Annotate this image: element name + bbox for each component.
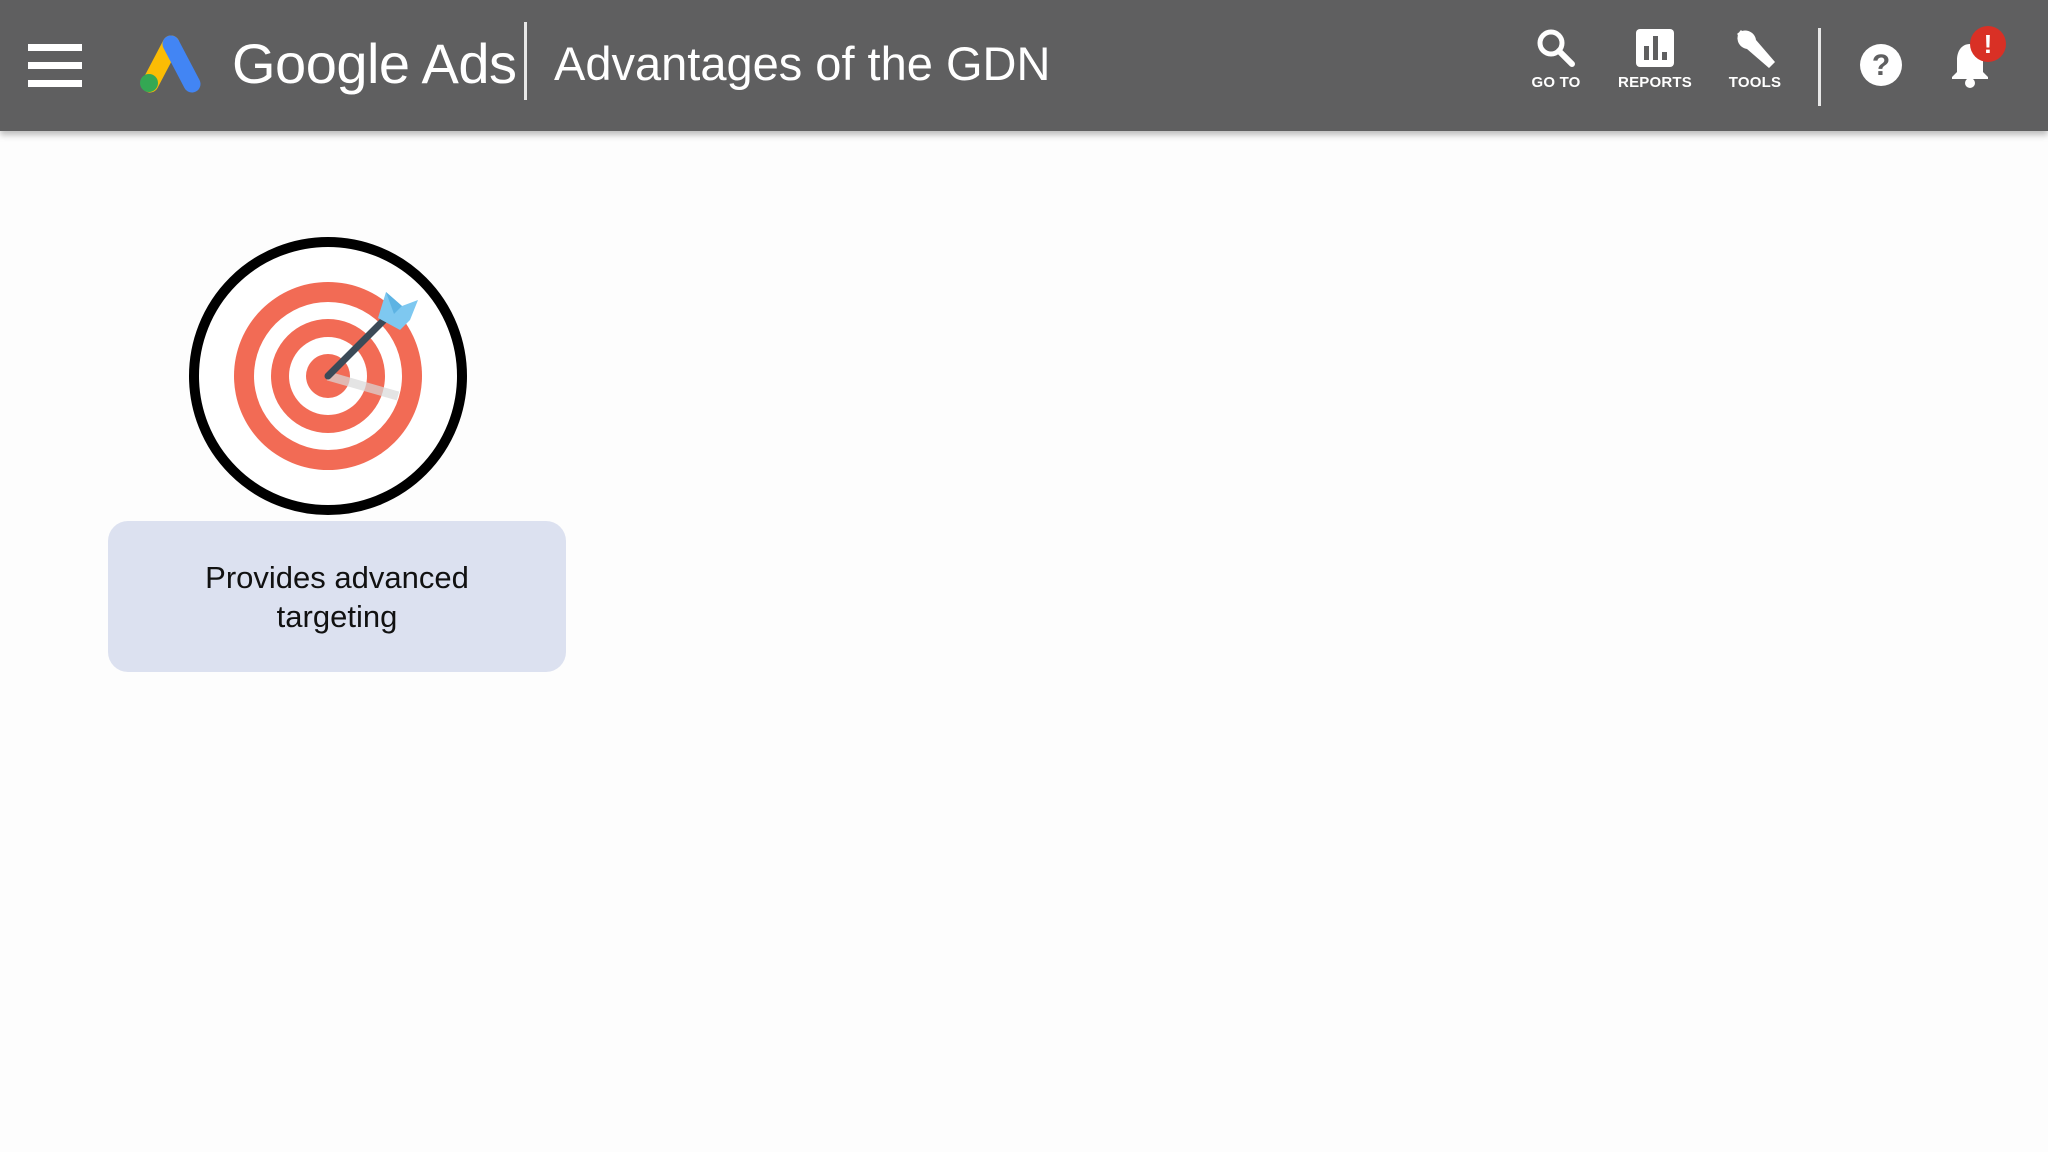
svg-text:?: ? xyxy=(1872,49,1890,82)
title-divider xyxy=(524,22,527,100)
target-with-dart-icon xyxy=(189,237,467,515)
tools-button[interactable]: TOOLS xyxy=(1705,26,1805,106)
go-to-button[interactable]: GO TO xyxy=(1506,26,1606,106)
advantage-caption: Provides advanced targeting xyxy=(108,521,566,672)
reports-label: REPORTS xyxy=(1618,74,1692,91)
advantage-text: Provides advanced targeting xyxy=(205,559,469,634)
hamburger-menu-icon[interactable] xyxy=(28,44,84,88)
notification-badge: ! xyxy=(1970,26,2006,62)
notifications-button[interactable]: ! xyxy=(1944,26,2014,92)
google-ads-logo[interactable] xyxy=(136,30,206,94)
reports-button[interactable]: REPORTS xyxy=(1605,26,1705,106)
bar-chart-icon xyxy=(1636,29,1674,67)
toolbar-divider xyxy=(1818,28,1821,106)
help-circle-icon[interactable]: ? xyxy=(1858,42,1904,88)
page-title: Advantages of the GDN xyxy=(554,37,1051,90)
tools-label: TOOLS xyxy=(1728,74,1782,91)
search-icon xyxy=(1537,29,1575,67)
go-to-label: GO TO xyxy=(1531,74,1581,91)
advantage-card: Provides advanced targeting xyxy=(108,228,568,673)
product-name: Google Ads xyxy=(232,32,517,95)
top-app-bar: Google Ads Advantages of the GDN GO TO R… xyxy=(0,0,2048,131)
wrench-icon xyxy=(1737,30,1775,68)
